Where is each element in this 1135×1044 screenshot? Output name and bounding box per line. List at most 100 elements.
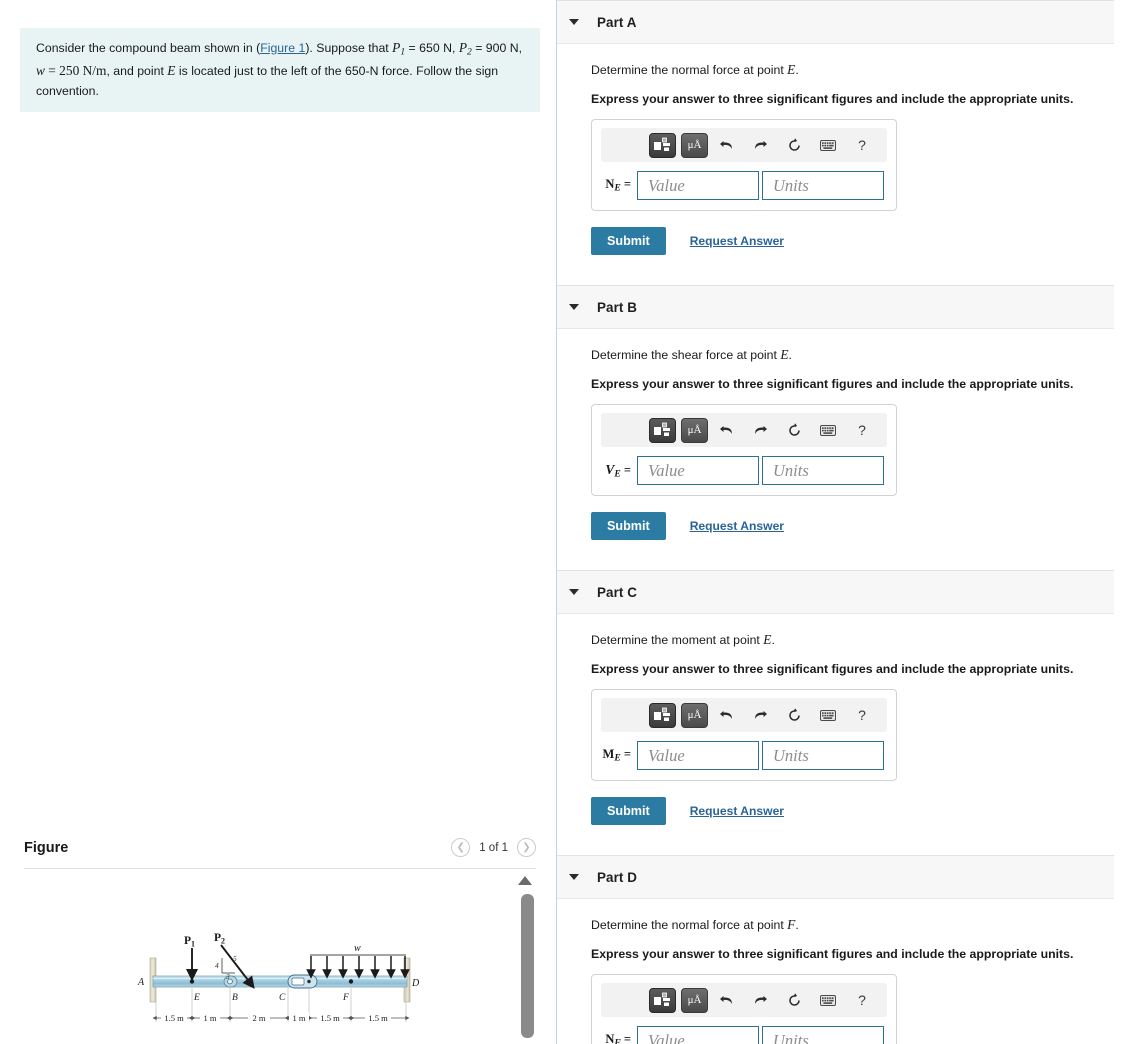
label-slope-5: 5 bbox=[233, 954, 237, 963]
chevron-down-icon[interactable] bbox=[569, 304, 579, 310]
part-a-instruction: Express your answer to three significant… bbox=[591, 92, 1074, 106]
figure-1-link[interactable]: Figure 1 bbox=[260, 41, 305, 55]
label-f: F bbox=[342, 993, 349, 1003]
chevron-down-icon[interactable] bbox=[569, 19, 579, 25]
undo-arrow-icon[interactable] bbox=[713, 703, 739, 727]
redo-arrow-icon[interactable] bbox=[747, 133, 773, 157]
part-a-label: Part A bbox=[597, 14, 637, 30]
part-d-units-input[interactable]: Units bbox=[762, 1026, 884, 1044]
p2-symbol: P bbox=[458, 40, 467, 55]
part-header-c[interactable]: Part C bbox=[557, 570, 1114, 614]
units-icon[interactable]: μÅ bbox=[681, 987, 708, 1013]
part-c-request-answer-link[interactable]: Request Answer bbox=[690, 804, 784, 818]
statement-sep-1: , bbox=[451, 41, 459, 55]
statement-text-2: ). Suppose that bbox=[305, 41, 393, 55]
redo-arrow-icon[interactable] bbox=[747, 703, 773, 727]
field-var: N bbox=[605, 177, 615, 192]
chevron-down-icon[interactable] bbox=[569, 874, 579, 880]
units-icon[interactable]: μÅ bbox=[681, 132, 708, 158]
part-b-value-input[interactable]: Value bbox=[637, 456, 759, 485]
part-header-b[interactable]: Part B bbox=[557, 285, 1114, 329]
part-header-d[interactable]: Part D bbox=[557, 855, 1114, 899]
template-icon[interactable] bbox=[649, 132, 676, 158]
help-icon[interactable]: ? bbox=[849, 703, 875, 727]
template-icon[interactable] bbox=[649, 702, 676, 728]
label-e: E bbox=[193, 993, 200, 1003]
chevron-right-icon[interactable]: ❯ bbox=[517, 838, 536, 857]
prompt-text: Determine the normal force at point bbox=[591, 63, 788, 77]
template-icon[interactable] bbox=[649, 417, 676, 443]
keyboard-icon[interactable] bbox=[815, 418, 841, 442]
template-icon[interactable] bbox=[649, 987, 676, 1013]
help-icon[interactable]: ? bbox=[849, 133, 875, 157]
keyboard-icon[interactable] bbox=[815, 133, 841, 157]
part-header-a[interactable]: Part A bbox=[557, 0, 1114, 44]
reset-circular-arrow-icon[interactable] bbox=[781, 133, 807, 157]
label-c: C bbox=[279, 993, 286, 1003]
label-b: B bbox=[232, 993, 238, 1003]
part-block-a: Part A Determine the normal force at poi… bbox=[557, 0, 1114, 285]
triangle-up-icon[interactable] bbox=[518, 876, 532, 885]
field-eq: = bbox=[620, 177, 631, 192]
part-c-label: Part C bbox=[597, 584, 638, 600]
chevron-down-icon[interactable] bbox=[569, 589, 579, 595]
part-a-math-toolbar: μÅ ? bbox=[601, 128, 887, 162]
undo-arrow-icon[interactable] bbox=[713, 418, 739, 442]
figure-pagination: ❮ 1 of 1 ❯ bbox=[451, 838, 536, 857]
part-d-instruction: Express your answer to three significant… bbox=[591, 947, 1074, 961]
part-a-submit-button[interactable]: Submit bbox=[591, 227, 666, 255]
part-d-label: Part D bbox=[597, 869, 638, 885]
part-b-units-input[interactable]: Units bbox=[762, 456, 884, 485]
help-icon[interactable]: ? bbox=[849, 418, 875, 442]
units-icon[interactable]: μÅ bbox=[681, 702, 708, 728]
dim-1: 1 m bbox=[204, 1013, 217, 1023]
part-b-prompt: Determine the shear force at point E. bbox=[591, 347, 1114, 363]
prompt-text: Determine the shear force at point bbox=[591, 348, 781, 362]
part-block-b: Part B Determine the shear force at poin… bbox=[557, 285, 1114, 570]
part-b-label: Part B bbox=[597, 299, 638, 315]
part-c-value-input[interactable]: Value bbox=[637, 741, 759, 770]
part-a-units-input[interactable]: Units bbox=[762, 171, 884, 200]
undo-arrow-icon[interactable] bbox=[713, 988, 739, 1012]
dim-3: 1 m bbox=[293, 1013, 306, 1023]
undo-arrow-icon[interactable] bbox=[713, 133, 739, 157]
units-icon[interactable]: μÅ bbox=[681, 417, 708, 443]
part-a-value-input[interactable]: Value bbox=[637, 171, 759, 200]
part-d-body: Determine the normal force at point F. E… bbox=[557, 899, 1114, 1044]
part-c-units-input[interactable]: Units bbox=[762, 741, 884, 770]
part-d-prompt: Determine the normal force at point F. bbox=[591, 917, 1114, 933]
part-c-submit-button[interactable]: Submit bbox=[591, 797, 666, 825]
part-a-body: Determine the normal force at point E. E… bbox=[557, 44, 1114, 285]
part-a-prompt: Determine the normal force at point E. bbox=[591, 62, 1114, 78]
part-b-submit-button[interactable]: Submit bbox=[591, 512, 666, 540]
prompt-period: . bbox=[795, 918, 799, 932]
figure-viewport[interactable]: P1 P2 4 3 5 w A D E B C F 1.5 m 1 m 2 m … bbox=[24, 872, 536, 1044]
chevron-left-icon[interactable]: ❮ bbox=[451, 838, 471, 857]
part-d-value-input[interactable]: Value bbox=[637, 1026, 759, 1044]
keyboard-icon[interactable] bbox=[815, 703, 841, 727]
help-icon[interactable]: ? bbox=[849, 988, 875, 1012]
figure-count: 1 of 1 bbox=[479, 841, 508, 854]
part-b-field-label: VE = bbox=[601, 462, 637, 479]
reset-circular-arrow-icon[interactable] bbox=[781, 418, 807, 442]
redo-arrow-icon[interactable] bbox=[747, 418, 773, 442]
problem-statement: Consider the compound beam shown in (Fig… bbox=[20, 28, 540, 112]
reset-circular-arrow-icon[interactable] bbox=[781, 703, 807, 727]
figure-scrollbar-thumb[interactable] bbox=[521, 894, 534, 1038]
keyboard-icon[interactable] bbox=[815, 988, 841, 1012]
part-a-field-row: NE = Value Units bbox=[601, 171, 887, 200]
reset-circular-arrow-icon[interactable] bbox=[781, 988, 807, 1012]
dim-0: 1.5 m bbox=[164, 1013, 184, 1023]
point-marker-e bbox=[189, 979, 195, 984]
redo-arrow-icon[interactable] bbox=[747, 988, 773, 1012]
figure-title: Figure bbox=[24, 839, 69, 856]
prompt-variable: E bbox=[780, 347, 789, 362]
part-c-field-label: ME = bbox=[601, 747, 637, 763]
prompt-text: Determine the moment at point bbox=[591, 633, 764, 647]
part-b-request-answer-link[interactable]: Request Answer bbox=[690, 519, 784, 533]
part-a-request-answer-link[interactable]: Request Answer bbox=[690, 234, 784, 248]
part-b-field-row: VE = Value Units bbox=[601, 456, 887, 485]
prompt-period: . bbox=[795, 63, 799, 77]
